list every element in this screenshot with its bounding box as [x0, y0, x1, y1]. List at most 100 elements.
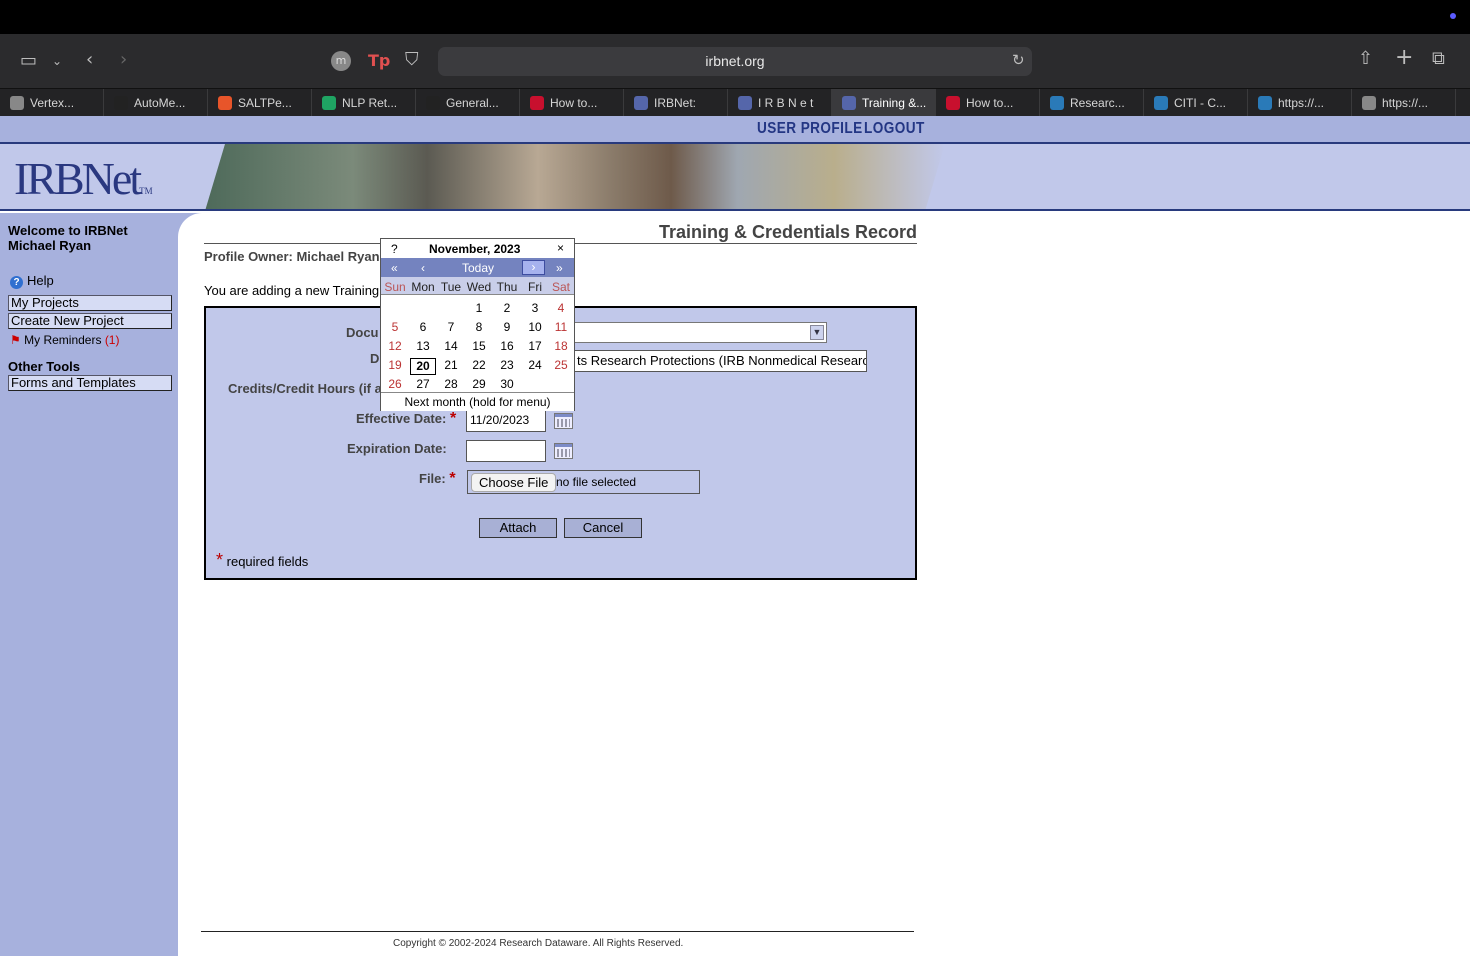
weekday-label: Mon: [411, 280, 435, 294]
calendar-day[interactable]: 23: [494, 358, 520, 372]
sidebar-curve: [178, 213, 202, 956]
browser-tab[interactable]: How to...: [520, 89, 624, 117]
calendar-day[interactable]: 29: [466, 377, 492, 391]
logout-link[interactable]: LOGOUT: [864, 120, 925, 138]
calendar-day[interactable]: 26: [382, 377, 408, 391]
calendar-close-button[interactable]: ×: [557, 241, 564, 255]
my-reminders-link[interactable]: ⚑ My Reminders (1): [10, 333, 119, 347]
browser-tab[interactable]: General...: [416, 89, 520, 117]
banner: IRBNetTM: [0, 144, 1470, 211]
expiration-date-input[interactable]: [466, 440, 546, 462]
calendar-day[interactable]: 2: [494, 301, 520, 315]
next-year-button[interactable]: »: [556, 261, 563, 275]
calendar-day[interactable]: 12: [382, 339, 408, 353]
calendar-day[interactable]: 15: [466, 339, 492, 353]
calendar-help-button[interactable]: ?: [391, 242, 398, 256]
weekday-label: Fri: [528, 280, 542, 294]
calendar-day[interactable]: 13: [410, 339, 436, 353]
calendar-day[interactable]: 7: [438, 320, 464, 334]
calendar-day[interactable]: 24: [522, 358, 548, 372]
browser-tab[interactable]: NLP Ret...: [312, 89, 416, 117]
today-button[interactable]: Today: [462, 261, 494, 275]
browser-tab[interactable]: Researc...: [1040, 89, 1144, 117]
forms-and-templates-button[interactable]: Forms and Templates: [8, 375, 172, 391]
calendar-day[interactable]: 25: [548, 358, 574, 372]
next-month-button[interactable]: ›: [522, 260, 545, 275]
user-profile-link[interactable]: USER PROFILE: [757, 120, 863, 138]
calendar-day[interactable]: 14: [438, 339, 464, 353]
calendar-day[interactable]: 17: [522, 339, 548, 353]
calendar-day[interactable]: 8: [466, 320, 492, 334]
browser-tab[interactable]: AutoMe...: [104, 89, 208, 117]
calendar-day[interactable]: 3: [522, 301, 548, 315]
attach-button[interactable]: Attach: [479, 518, 557, 538]
calendar-day[interactable]: 11: [548, 320, 574, 334]
calendar-day[interactable]: 22: [466, 358, 492, 372]
effective-date-label: Effective Date: *: [356, 410, 456, 428]
browser-tab[interactable]: Training &...: [832, 89, 936, 117]
profile-extension-icon[interactable]: m: [331, 51, 351, 71]
create-new-project-button[interactable]: Create New Project: [8, 313, 172, 329]
calendar-icon[interactable]: [554, 413, 573, 429]
browser-tab[interactable]: I R B N e t: [728, 89, 832, 117]
calendar-day[interactable]: 18: [548, 339, 574, 353]
effective-date-input[interactable]: 11/20/2023: [466, 410, 546, 432]
calendar-day[interactable]: 5: [382, 320, 408, 334]
browser-tab[interactable]: Vertex...: [0, 89, 104, 117]
page-title: Training & Credentials Record: [659, 222, 918, 242]
forward-icon[interactable]: ›: [120, 50, 127, 70]
footer-divider: [201, 931, 914, 932]
calendar-day[interactable]: 19: [382, 358, 408, 372]
calendar-day[interactable]: 4: [548, 301, 574, 315]
calendar-status: Next month (hold for menu): [381, 392, 574, 411]
chevron-down-icon[interactable]: ⌄: [52, 51, 62, 71]
calendar-day[interactable]: 1: [466, 301, 492, 315]
prev-month-button[interactable]: ‹: [421, 261, 425, 275]
back-icon[interactable]: ‹: [86, 50, 93, 70]
prev-year-button[interactable]: «: [391, 261, 398, 275]
browser-tab[interactable]: IRBNet:: [624, 89, 728, 117]
help-link[interactable]: ? Help: [10, 273, 54, 289]
umd-icon: [530, 96, 544, 110]
calendar-day[interactable]: 30: [494, 377, 520, 391]
reload-icon[interactable]: ↻: [1012, 50, 1025, 70]
new-tab-icon[interactable]: +: [1395, 47, 1413, 69]
tp-extension-icon[interactable]: Tp: [368, 51, 390, 71]
choose-file-button[interactable]: Choose File: [471, 473, 557, 492]
file-input[interactable]: Choose File no file selected: [467, 470, 700, 494]
calendar-day[interactable]: 6: [410, 320, 436, 334]
irbnet-logo[interactable]: IRBNetTM: [14, 152, 153, 205]
banner-photo: [205, 144, 945, 209]
calendar-day[interactable]: 21: [438, 358, 464, 372]
calendar-day[interactable]: 28: [438, 377, 464, 391]
required-mark: *: [216, 550, 224, 570]
browser-tab[interactable]: https://...: [1248, 89, 1352, 117]
calendar-day[interactable]: 16: [494, 339, 520, 353]
calendar-month-title: November, 2023: [429, 242, 521, 256]
document-type-select[interactable]: ▼: [573, 322, 827, 343]
tab-overview-icon[interactable]: ⧉: [1432, 49, 1445, 69]
welcome-heading: Welcome to IRBNet: [8, 223, 128, 238]
shield-icon[interactable]: ⛉: [405, 50, 419, 70]
reminders-count: (1): [104, 333, 120, 347]
tab-label: NLP Ret...: [342, 96, 398, 110]
browser-tab[interactable]: CITI - C...: [1144, 89, 1248, 117]
tab-label: https://...: [1382, 96, 1429, 110]
description-input[interactable]: ts Research Protections (IRB Nonmedical …: [573, 350, 867, 372]
github-icon: [426, 96, 440, 110]
calendar-day[interactable]: 9: [494, 320, 520, 334]
browser-tab[interactable]: SALTPe...: [208, 89, 312, 117]
browser-tab[interactable]: https://...: [1352, 89, 1456, 117]
cancel-button[interactable]: Cancel: [564, 518, 642, 538]
sidebar-toggle-icon[interactable]: ▭: [20, 51, 37, 71]
share-icon[interactable]: ⇧: [1358, 49, 1373, 69]
calendar-day[interactable]: 10: [522, 320, 548, 334]
chevron-down-icon: ▼: [810, 325, 824, 340]
calendar-day[interactable]: 20: [410, 358, 436, 375]
irbnet-icon: [738, 96, 752, 110]
my-projects-button[interactable]: My Projects: [8, 295, 172, 311]
calendar-icon[interactable]: [554, 443, 573, 459]
calendar-day[interactable]: 27: [410, 377, 436, 391]
address-bar[interactable]: irbnet.org: [438, 47, 1032, 76]
browser-tab[interactable]: How to...: [936, 89, 1040, 117]
